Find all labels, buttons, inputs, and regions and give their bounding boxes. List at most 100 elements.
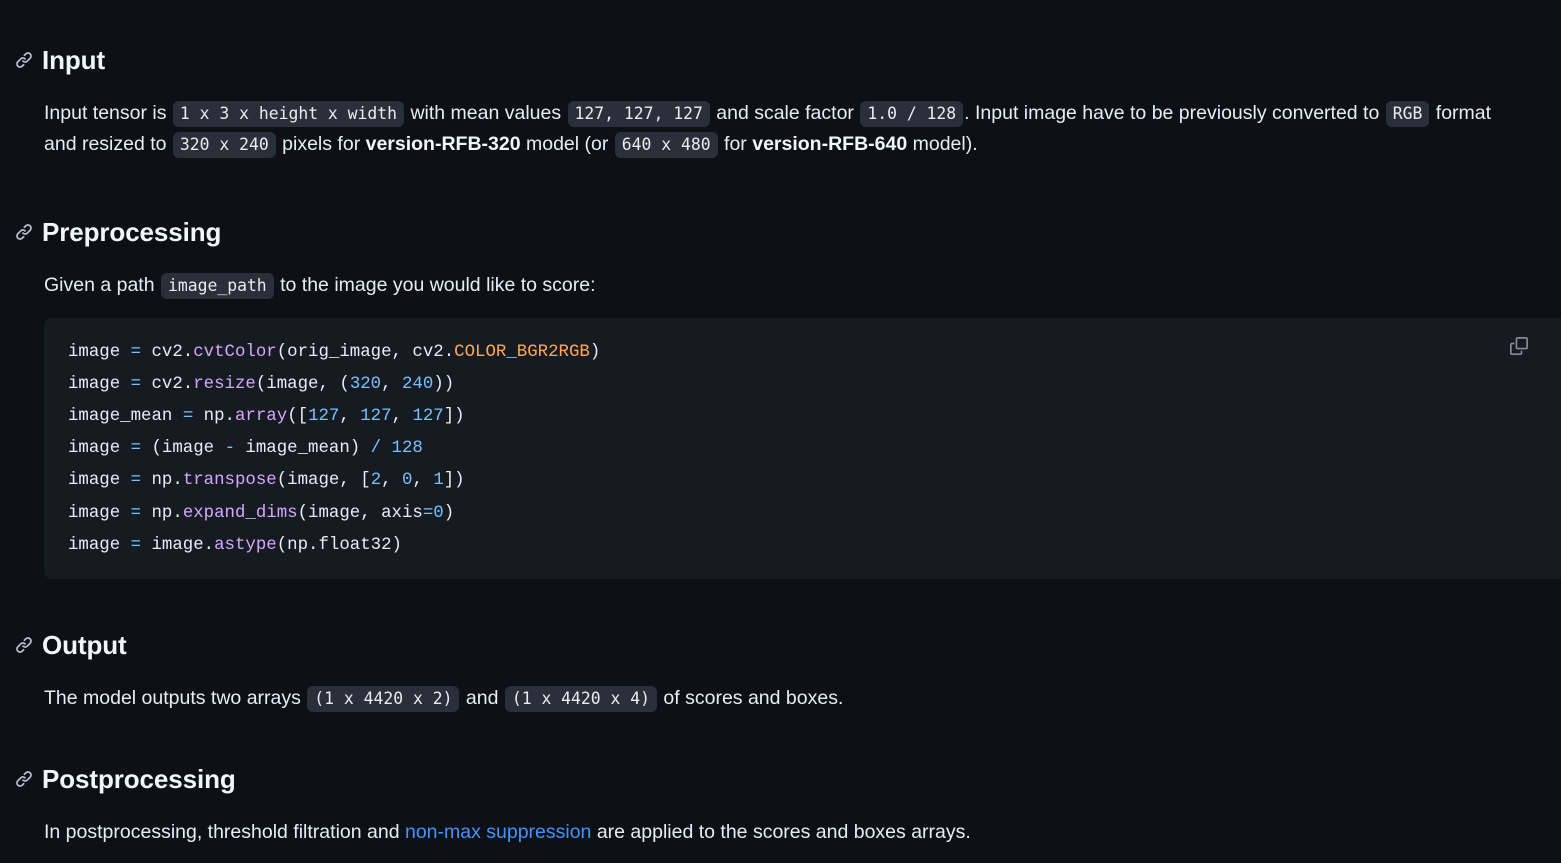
code-token: image (68, 439, 131, 459)
heading-input-label: Input (42, 44, 106, 75)
code-token: (image, [ (276, 471, 371, 491)
code-token: )) (433, 375, 455, 395)
code-content: image = cv2.cvtColor(orig_image, cv2.COL… (44, 336, 1561, 561)
paragraph-output: The model outputs two arrays (1 x 4420 x… (0, 683, 1520, 715)
code-token: ]) (443, 407, 465, 427)
code-token: / (370, 439, 382, 459)
code-token: , (381, 375, 402, 395)
code-token: np. (141, 503, 183, 523)
link-non-max-suppression[interactable]: non-max suppression (405, 821, 591, 843)
text-fragment: pixels for (282, 133, 361, 156)
text-fragment: and scale factor (716, 101, 854, 124)
heading-preprocessing-label: Preprocessing (42, 216, 222, 247)
inline-code-size-320x240: 320 x 240 (172, 132, 276, 159)
code-token: np. (193, 407, 235, 427)
paragraph-preprocessing: Given a path image_path to the image you… (0, 270, 1520, 302)
code-token: (orig_image, cv2. (276, 343, 455, 362)
code-token: 0 (433, 503, 444, 523)
code-token: 127 (412, 407, 444, 427)
text-fragment: and (465, 686, 499, 709)
code-token: 240 (402, 375, 434, 395)
code-token: COLOR_BGR2RGB (454, 343, 590, 362)
text-fragment: are applied to the scores and boxes arra… (596, 820, 971, 843)
code-token: ]) (443, 471, 465, 491)
code-token: image_mean (68, 407, 183, 427)
text-fragment: model). (912, 133, 978, 156)
code-token: 1 (433, 471, 444, 491)
code-token: , (412, 471, 434, 491)
code-token: cv2. (141, 375, 194, 395)
code-block-wrapper: image = cv2.cvtColor(orig_image, cv2.COL… (0, 318, 1561, 579)
code-token: = (130, 471, 142, 491)
readme-document: Input Input tensor is 1 x 3 x height x w… (0, 0, 1561, 863)
code-token: = (130, 375, 142, 395)
code-token: 0 (402, 471, 413, 491)
code-token: image_mean) (235, 439, 371, 459)
code-token: image (68, 375, 131, 395)
code-token: (image, axis (297, 503, 423, 523)
heading-postprocessing-label: Postprocessing (42, 763, 236, 794)
code-token: resize (193, 375, 256, 395)
code-token: , (391, 407, 413, 427)
section-input: Input Input tensor is 1 x 3 x height x w… (0, 22, 1561, 181)
code-token: = (130, 439, 142, 459)
code-token: 127 (360, 407, 392, 427)
link-icon[interactable] (14, 222, 34, 242)
code-token: - (224, 439, 235, 459)
heading-preprocessing: Preprocessing (0, 216, 1561, 249)
inline-code-tensor-shape: 1 x 3 x height x width (172, 100, 405, 127)
link-icon[interactable] (14, 769, 34, 789)
link-icon[interactable] (14, 50, 34, 70)
code-token: expand_dims (182, 503, 298, 523)
paragraph-input: Input tensor is 1 x 3 x height x width w… (0, 98, 1520, 162)
heading-output-label: Output (42, 629, 127, 660)
copy-icon[interactable] (1503, 330, 1535, 362)
text-fragment: Given a path (44, 273, 155, 296)
code-token: ([ (287, 407, 309, 427)
section-postprocessing: Postprocessing In postprocessing, thresh… (0, 741, 1561, 863)
model-name-rfb-320: version-RFB-320 (365, 133, 521, 156)
text-fragment: with mean values (410, 101, 562, 124)
code-token: image (68, 535, 131, 555)
code-token: np. (141, 471, 183, 491)
link-icon[interactable] (14, 635, 34, 655)
code-token: 127 (308, 407, 340, 427)
code-token: ) (589, 343, 601, 362)
code-token: , (381, 471, 402, 491)
text-fragment: of scores and boxes. (663, 686, 844, 709)
code-token: image (68, 343, 131, 362)
text-fragment: . Input image have to be previously conv… (964, 101, 1380, 124)
text-fragment: The model outputs two arrays (44, 686, 301, 709)
code-token: (image, ( (255, 375, 350, 395)
section-output: Output The model outputs two arrays (1 x… (0, 607, 1561, 734)
heading-input: Input (0, 44, 1561, 77)
code-token: = (422, 503, 434, 523)
inline-code-mean-values: 127, 127, 127 (567, 100, 710, 127)
text-fragment: for (724, 133, 747, 156)
code-token: image. (141, 535, 215, 555)
text-fragment: to the image you would like to score: (280, 273, 596, 296)
code-token: 128 (391, 439, 423, 459)
text-fragment: In postprocessing, threshold filtration … (44, 820, 400, 843)
code-text: image = cv2.cvtColor(orig_image, cv2.COL… (68, 343, 600, 555)
code-token: image (68, 503, 131, 523)
inline-code-scale-factor: 1.0 / 128 (860, 100, 964, 127)
code-token: (np.float32) (276, 535, 402, 555)
code-token: 2 (370, 471, 382, 491)
inline-code-size-640x480: 640 x 480 (614, 132, 718, 159)
code-token: image (68, 471, 131, 491)
code-token: array (235, 407, 288, 427)
code-token: = (130, 503, 142, 523)
code-token: = (182, 407, 194, 427)
code-token: cv2. (141, 343, 194, 362)
text-fragment: Input tensor is (44, 101, 167, 124)
text-fragment: model (or (526, 133, 609, 156)
code-token: (image (141, 439, 225, 459)
inline-code-image-path: image_path (161, 272, 274, 299)
inline-code-scores-shape: (1 x 4420 x 2) (307, 685, 460, 712)
code-token: = (130, 535, 142, 555)
code-token: , (339, 407, 361, 427)
inline-code-rgb: RGB (1385, 100, 1430, 127)
code-token: astype (214, 535, 277, 555)
